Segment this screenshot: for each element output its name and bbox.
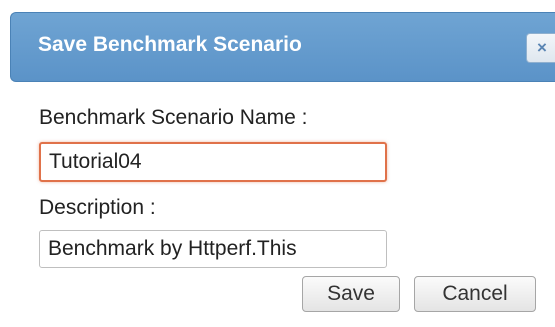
scenario-name-input[interactable] <box>39 142 387 182</box>
save-scenario-dialog: Save Benchmark Scenario × Benchmark Scen… <box>0 0 555 327</box>
scenario-name-label: Benchmark Scenario Name : <box>39 106 308 129</box>
description-label: Description : <box>39 196 156 219</box>
description-input[interactable] <box>39 230 387 268</box>
close-button[interactable]: × <box>526 33 555 63</box>
save-button[interactable]: Save <box>302 276 400 312</box>
cancel-button[interactable]: Cancel <box>414 276 536 312</box>
dialog-titlebar[interactable]: Save Benchmark Scenario × <box>10 12 555 82</box>
dialog-title: Save Benchmark Scenario <box>38 33 302 56</box>
close-icon: × <box>537 38 547 57</box>
